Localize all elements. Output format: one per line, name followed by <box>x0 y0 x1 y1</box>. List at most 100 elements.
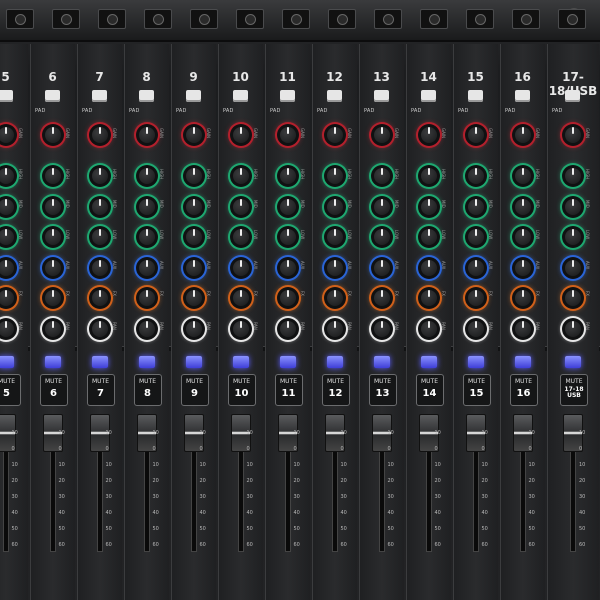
gain-knob[interactable] <box>88 124 111 146</box>
gain-knob[interactable] <box>41 124 64 146</box>
high-eq-knob[interactable] <box>88 165 111 187</box>
pan-knob[interactable] <box>229 318 252 340</box>
mute-button[interactable]: MUTE 6 <box>39 374 68 406</box>
fx-send-knob[interactable] <box>88 287 111 309</box>
high-eq-knob[interactable] <box>511 165 534 187</box>
aux-send-knob[interactable] <box>182 257 205 279</box>
mute-button[interactable]: MUTE 14 <box>415 374 444 406</box>
mute-button[interactable]: MUTE 5 <box>0 374 21 406</box>
low-eq-knob[interactable] <box>182 226 205 248</box>
mid-eq-knob[interactable] <box>276 196 299 218</box>
mid-eq-knob[interactable] <box>370 196 393 218</box>
input-jack[interactable] <box>466 9 494 29</box>
gain-knob[interactable] <box>229 124 252 146</box>
high-eq-knob[interactable] <box>417 165 440 187</box>
pan-knob[interactable] <box>370 318 393 340</box>
low-eq-knob[interactable] <box>417 226 440 248</box>
mid-eq-knob[interactable] <box>41 196 64 218</box>
select-button[interactable] <box>279 90 295 102</box>
mute-button[interactable]: MUTE 11 <box>274 374 303 406</box>
low-eq-knob[interactable] <box>135 226 158 248</box>
input-jack[interactable] <box>512 9 540 29</box>
fx-send-knob[interactable] <box>276 287 299 309</box>
mid-eq-knob[interactable] <box>511 196 534 218</box>
select-button[interactable] <box>232 90 248 102</box>
fx-send-knob[interactable] <box>41 287 64 309</box>
fx-send-knob[interactable] <box>182 287 205 309</box>
gain-knob[interactable] <box>323 124 346 146</box>
aux-send-knob[interactable] <box>88 257 111 279</box>
select-button[interactable] <box>91 90 107 102</box>
gain-knob[interactable] <box>511 124 534 146</box>
input-jack[interactable] <box>558 9 586 29</box>
input-jack[interactable] <box>374 9 402 29</box>
low-eq-knob[interactable] <box>229 226 252 248</box>
aux-send-knob[interactable] <box>135 257 158 279</box>
pan-knob[interactable] <box>135 318 158 340</box>
fx-send-knob[interactable] <box>323 287 346 309</box>
gain-knob[interactable] <box>276 124 299 146</box>
high-eq-knob[interactable] <box>276 165 299 187</box>
gain-knob[interactable] <box>562 124 584 146</box>
high-eq-knob[interactable] <box>464 165 487 187</box>
pan-knob[interactable] <box>464 318 487 340</box>
aux-send-knob[interactable] <box>562 257 584 279</box>
gain-knob[interactable] <box>464 124 487 146</box>
fx-send-knob[interactable] <box>511 287 534 309</box>
high-eq-knob[interactable] <box>323 165 346 187</box>
select-button[interactable] <box>185 90 201 102</box>
low-eq-knob[interactable] <box>511 226 534 248</box>
mute-button[interactable]: MUTE 15 <box>462 374 491 406</box>
input-jack[interactable] <box>6 9 34 29</box>
input-jack[interactable] <box>236 9 264 29</box>
mid-eq-knob[interactable] <box>88 196 111 218</box>
mid-eq-knob[interactable] <box>417 196 440 218</box>
high-eq-knob[interactable] <box>370 165 393 187</box>
aux-send-knob[interactable] <box>229 257 252 279</box>
mid-eq-knob[interactable] <box>464 196 487 218</box>
input-jack[interactable] <box>52 9 80 29</box>
fx-send-knob[interactable] <box>464 287 487 309</box>
low-eq-knob[interactable] <box>276 226 299 248</box>
pan-knob[interactable] <box>88 318 111 340</box>
gain-knob[interactable] <box>417 124 440 146</box>
low-eq-knob[interactable] <box>464 226 487 248</box>
select-button[interactable] <box>0 90 13 102</box>
high-eq-knob[interactable] <box>562 165 584 187</box>
mute-button[interactable]: MUTE 12 <box>321 374 350 406</box>
select-button[interactable] <box>565 90 580 102</box>
select-button[interactable] <box>373 90 389 102</box>
input-jack[interactable] <box>98 9 126 29</box>
mute-button[interactable]: MUTE 17-18 USB <box>560 374 588 406</box>
gain-knob[interactable] <box>135 124 158 146</box>
select-button[interactable] <box>326 90 342 102</box>
pan-knob[interactable] <box>323 318 346 340</box>
high-eq-knob[interactable] <box>41 165 64 187</box>
fx-send-knob[interactable] <box>370 287 393 309</box>
fx-send-knob[interactable] <box>135 287 158 309</box>
pan-knob[interactable] <box>276 318 299 340</box>
mid-eq-knob[interactable] <box>229 196 252 218</box>
low-eq-knob[interactable] <box>323 226 346 248</box>
low-eq-knob[interactable] <box>41 226 64 248</box>
aux-send-knob[interactable] <box>417 257 440 279</box>
aux-send-knob[interactable] <box>276 257 299 279</box>
mid-eq-knob[interactable] <box>323 196 346 218</box>
mute-button[interactable]: MUTE 7 <box>86 374 115 406</box>
input-jack[interactable] <box>420 9 448 29</box>
pan-knob[interactable] <box>182 318 205 340</box>
pan-knob[interactable] <box>511 318 534 340</box>
pan-knob[interactable] <box>41 318 64 340</box>
low-eq-knob[interactable] <box>562 226 584 248</box>
aux-send-knob[interactable] <box>323 257 346 279</box>
mid-eq-knob[interactable] <box>182 196 205 218</box>
input-jack[interactable] <box>190 9 218 29</box>
mute-button[interactable]: MUTE 8 <box>133 374 162 406</box>
select-button[interactable] <box>467 90 483 102</box>
aux-send-knob[interactable] <box>511 257 534 279</box>
high-eq-knob[interactable] <box>135 165 158 187</box>
input-jack[interactable] <box>328 9 356 29</box>
fx-send-knob[interactable] <box>417 287 440 309</box>
select-button[interactable] <box>420 90 436 102</box>
input-jack[interactable] <box>144 9 172 29</box>
